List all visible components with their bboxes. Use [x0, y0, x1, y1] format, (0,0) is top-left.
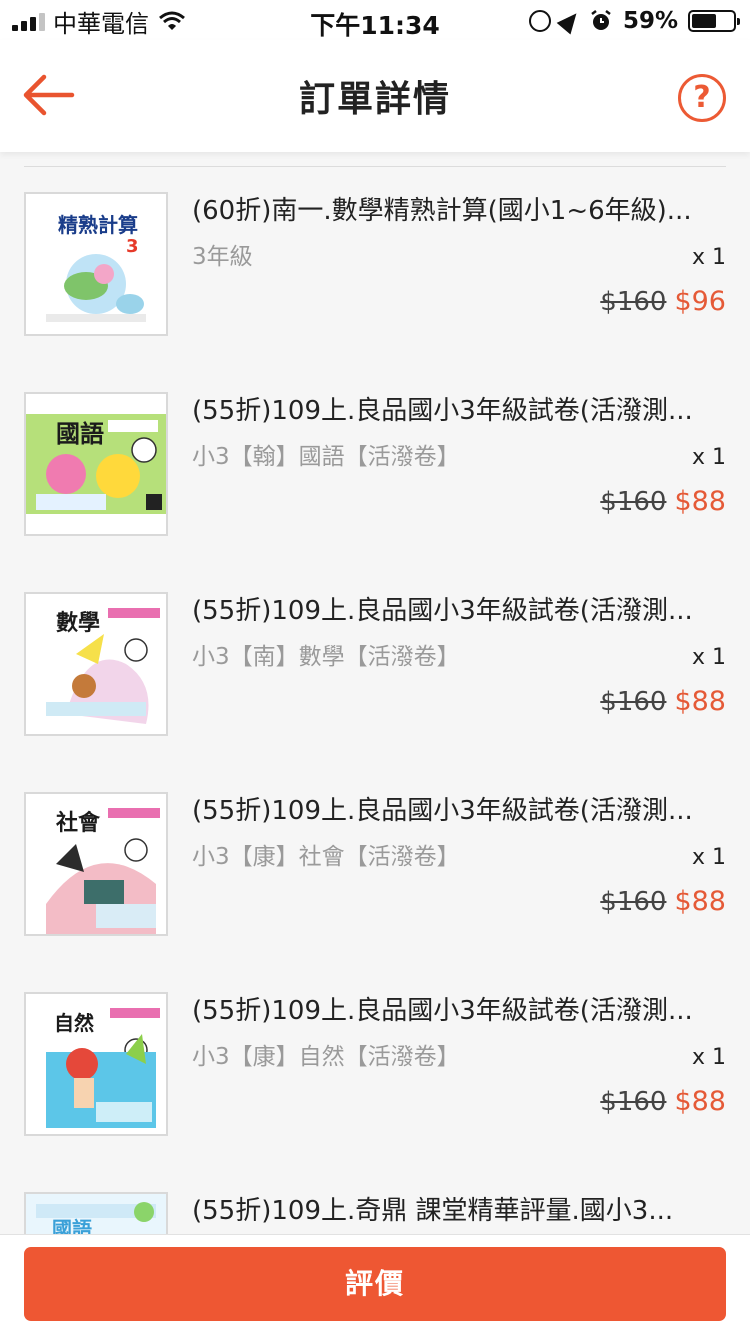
cover-title: 社會 [56, 810, 101, 836]
item-quantity: x 1 [691, 445, 726, 470]
sale-price: $96 [674, 286, 726, 317]
order-item[interactable]: 國語 (55折)109上.良品國小3年級試卷(活潑測... 小3【翰】國語【活潑… [0, 392, 750, 592]
cover-title: 國語 [56, 420, 104, 448]
item-title: (55折)109上.良品國小3年級試卷(活潑測... [192, 596, 693, 626]
sale-price: $88 [674, 1086, 726, 1117]
page-title: 訂單詳情 [298, 79, 451, 120]
item-variant: 小3【康】自然【活潑卷】 [192, 1044, 460, 1070]
price-row: $160 $88 [600, 686, 726, 717]
alarm-icon [591, 10, 611, 30]
order-item[interactable]: 國語 (55折)109上.奇鼎 課堂精華評量.國小3... [0, 1192, 750, 1234]
item-quantity: x 1 [691, 245, 726, 270]
cover-title: 精熟計算 [58, 213, 138, 237]
cover-title: 自然 [54, 1011, 94, 1035]
battery-icon [688, 10, 740, 32]
original-price: $160 [600, 287, 667, 317]
bottom-action-bar: 評價 [0, 1234, 750, 1334]
rotation-lock-icon [528, 10, 551, 32]
item-variant: 3年級 [192, 244, 253, 270]
original-price: $160 [600, 687, 667, 717]
product-thumbnail: 國語 [24, 1192, 168, 1234]
battery-percent: 59% [622, 8, 678, 34]
item-title: (55折)109上.良品國小3年級試卷(活潑測... [192, 796, 693, 826]
sale-price: $88 [674, 486, 726, 517]
item-variant: 小3【南】數學【活潑卷】 [192, 644, 460, 670]
product-thumbnail: 數學 [24, 592, 168, 736]
sale-price: $88 [674, 886, 726, 917]
item-title: (60折)南一.數學精熟計算(國小1~6年級)... [192, 196, 692, 226]
product-thumbnail: 精熟計算 3 [24, 192, 168, 336]
order-item[interactable]: 數學 (55折)109上.良品國小3年級試卷(活潑測... 小3【南】數學【活潑… [0, 592, 750, 792]
divider [24, 166, 726, 167]
item-title: (55折)109上.良品國小3年級試卷(活潑測... [192, 396, 693, 426]
nav-bar: 訂單詳情 ? [0, 40, 750, 152]
item-variant: 小3【翰】國語【活潑卷】 [192, 444, 460, 470]
price-row: $160 $88 [600, 1086, 726, 1117]
item-title: (55折)109上.奇鼎 課堂精華評量.國小3... [192, 1196, 674, 1226]
order-item-list: 精熟計算 3 (60折)南一.數學精熟計算(國小1~6年級)... 3年級 x … [0, 152, 750, 1234]
battery-fill [692, 14, 716, 28]
svg-text:3: 3 [126, 236, 139, 257]
order-item[interactable]: 自然 (55折)109上.良品國小3年級試卷(活潑測... 小3【康】自然【活潑… [0, 992, 750, 1192]
price-row: $160 $88 [600, 886, 726, 917]
order-item[interactable]: 社會 (55折)109上.良品國小3年級試卷(活潑測... 小3【康】社會【活潑… [0, 792, 750, 992]
order-item[interactable]: 精熟計算 3 (60折)南一.數學精熟計算(國小1~6年級)... 3年級 x … [0, 192, 750, 392]
original-price: $160 [600, 887, 667, 917]
cover-title: 國語 [52, 1217, 92, 1234]
original-price: $160 [600, 487, 667, 517]
status-right: 59% [528, 6, 740, 36]
item-variant: 小3【康】社會【活潑卷】 [192, 844, 460, 870]
review-button[interactable]: 評價 [24, 1247, 726, 1321]
sale-price: $88 [674, 686, 726, 717]
product-thumbnail: 自然 [24, 992, 168, 1136]
location-icon [556, 7, 584, 35]
item-title: (55折)109上.良品國小3年級試卷(活潑測... [192, 996, 693, 1026]
price-row: $160 $88 [600, 486, 726, 517]
status-bar: 中華電信 下午11:34 59% [0, 0, 750, 40]
original-price: $160 [600, 1087, 667, 1117]
cover-title: 數學 [56, 610, 100, 636]
product-thumbnail: 國語 [24, 392, 168, 536]
item-quantity: x 1 [691, 845, 726, 870]
price-row: $160 $96 [600, 286, 726, 317]
item-quantity: x 1 [691, 1045, 726, 1070]
help-icon[interactable]: ? [678, 74, 726, 122]
item-quantity: x 1 [691, 645, 726, 670]
product-thumbnail: 社會 [24, 792, 168, 936]
